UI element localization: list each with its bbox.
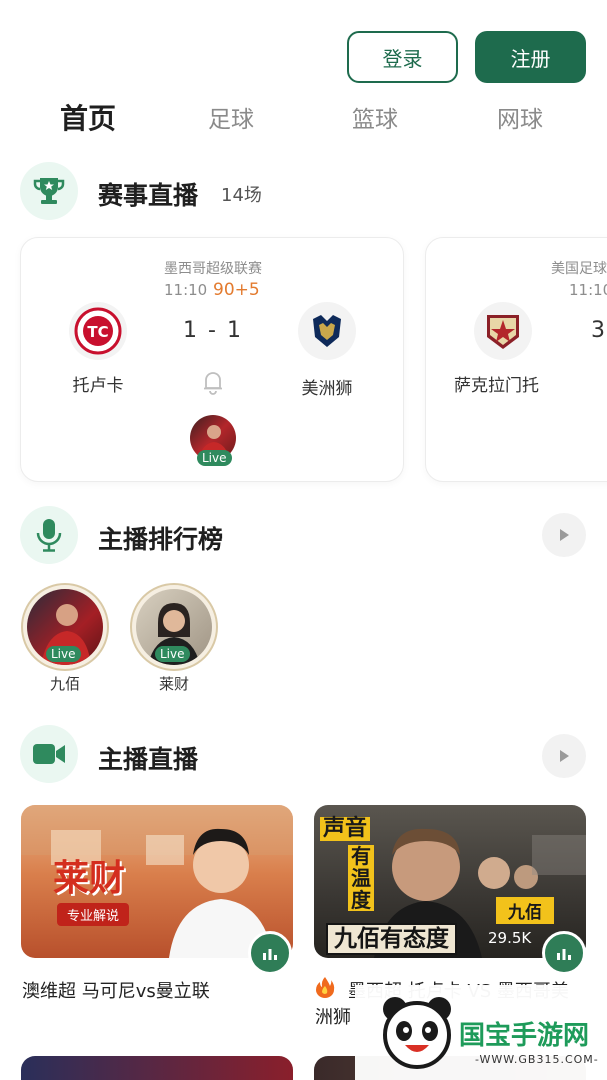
trophy-icon — [20, 162, 78, 220]
live-badge: Live — [197, 450, 232, 466]
home-team-name: 托卢卡 — [72, 376, 124, 396]
video-title[interactable]: 澳维超 马可尼vs曼立联 — [22, 977, 210, 1003]
viewer-count: 29.5K — [488, 929, 532, 947]
microphone-icon — [20, 506, 78, 564]
home-team-name: 萨克拉门托 — [454, 376, 539, 396]
live-matches-title: 赛事直播 — [98, 181, 199, 210]
video-thumbnail[interactable]: 声音 有温度 九佰 九佰有态度 29.5K — [314, 805, 586, 958]
video-thumbnail[interactable] — [21, 1056, 293, 1080]
panda-logo-icon — [383, 997, 451, 1069]
signal-bars-icon — [542, 931, 586, 975]
video-camera-icon — [20, 725, 78, 783]
poster-text-1: 声音 — [320, 817, 371, 841]
tab-home[interactable]: 首页 — [60, 97, 116, 137]
team-logo-pumas — [298, 302, 356, 360]
tab-tennis[interactable]: 网球 — [497, 100, 543, 134]
anchor-live-title: 主播直播 — [98, 745, 199, 774]
match-time: 11:10 — [569, 281, 607, 299]
anchor-live-more-button[interactable] — [542, 734, 586, 778]
watermark: 国宝手游网 -WWW.GB315.COM- — [355, 985, 607, 1080]
live-matches-count: 14场 — [221, 185, 262, 206]
live-badge: Live — [46, 646, 81, 662]
match-minute: 90+5 — [213, 280, 260, 300]
login-button[interactable]: 登录 — [347, 31, 458, 83]
poster-text-2: 有温度 — [348, 845, 374, 911]
match-time: 11:10 — [164, 281, 208, 299]
anchor-name: 九佰 — [49, 675, 80, 693]
match-card[interactable]: 美国足球 11:10 3 萨克拉门托 — [425, 237, 607, 482]
team-logo-sacramento — [474, 302, 532, 360]
anchor-ranking-title: 主播排行榜 — [98, 525, 224, 554]
poster-name: 九佰 — [496, 897, 554, 924]
watermark-text: 国宝手游网 — [459, 1021, 590, 1051]
match-card[interactable]: 墨西哥超级联赛 11:10 90+5 TC 1 - 1 托卢卡 美洲狮 Live — [20, 237, 404, 482]
league-name: 墨西哥超级联赛 — [164, 261, 262, 277]
league-name: 美国足球 — [551, 261, 607, 277]
bell-icon[interactable] — [202, 369, 224, 399]
ranking-more-button[interactable] — [542, 513, 586, 557]
poster-title: 莱财 — [53, 858, 126, 899]
poster-tag: 专业解说 — [57, 903, 130, 926]
video-thumbnail[interactable]: 莱财 专业解说 — [21, 805, 293, 958]
signal-bars-icon — [248, 931, 292, 975]
register-button[interactable]: 注册 — [475, 31, 586, 83]
away-team-name: 美洲狮 — [301, 379, 353, 399]
watermark-url: -WWW.GB315.COM- — [475, 1053, 599, 1066]
poster-slogan: 九佰有态度 — [326, 923, 457, 955]
fire-icon — [315, 976, 335, 1002]
anchor-name: 莱财 — [158, 675, 189, 693]
tab-basketball[interactable]: 篮球 — [352, 100, 398, 134]
tab-football[interactable]: 足球 — [208, 100, 254, 134]
live-badge: Live — [155, 646, 190, 662]
video-title-line2: 洲狮 — [315, 1007, 351, 1028]
match-score: 3 — [591, 318, 607, 343]
